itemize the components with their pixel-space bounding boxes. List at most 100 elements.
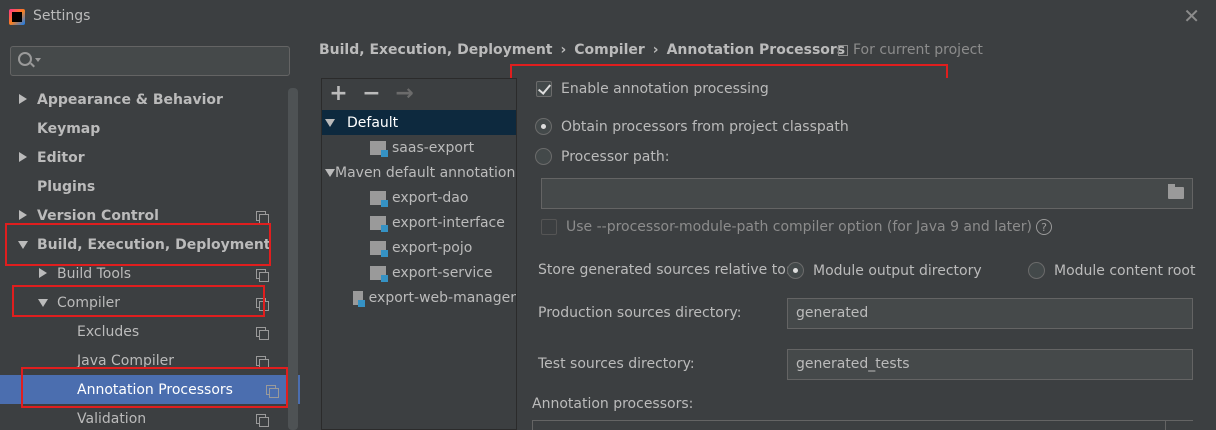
module-path-option-checkbox[interactable]: [541, 219, 557, 235]
breadcrumb-item: Annotation Processors: [666, 42, 846, 58]
sidebar-item-build-tools[interactable]: Build Tools: [0, 259, 288, 288]
sidebar-item-label: Version Control: [37, 207, 159, 224]
processor-path-field[interactable]: [541, 178, 1193, 209]
module-label: export-web-manager: [368, 289, 516, 306]
sidebar-item-annotation-processors[interactable]: Annotation Processors: [0, 375, 300, 404]
chevron-right-icon[interactable]: [39, 267, 47, 278]
profile-item[interactable]: Maven default annotation processors prof…: [322, 160, 516, 185]
remove-profile-button[interactable]: −: [355, 83, 388, 105]
processor-path-radio[interactable]: [535, 148, 552, 165]
module-item[interactable]: export-dao: [322, 185, 516, 210]
breadcrumb: Build, Execution, Deployment › Compiler …: [319, 42, 845, 58]
sidebar-item-label: Editor: [37, 149, 85, 166]
sidebar-item-keymap[interactable]: Keymap: [0, 114, 288, 143]
sidebar-item-version-control[interactable]: Version Control: [0, 201, 288, 230]
breadcrumb-item[interactable]: Build, Execution, Deployment: [319, 42, 553, 58]
processor-path-row[interactable]: Processor path:: [535, 148, 669, 165]
chevron-right-icon[interactable]: [19, 151, 27, 162]
enable-annotation-checkbox[interactable]: [536, 81, 552, 97]
module-path-option-row[interactable]: Use --processor-module-path compiler opt…: [541, 219, 1053, 235]
project-scope-icon: [256, 211, 269, 224]
profiles-toolbar: + − →: [322, 79, 516, 109]
sidebar-item-java-compiler[interactable]: Java Compiler: [0, 346, 288, 375]
profile-label: Maven default annotation processors prof…: [335, 164, 516, 181]
close-icon[interactable]: ✕: [1183, 4, 1200, 28]
intellij-app-icon: [9, 9, 25, 25]
sidebar-item-excludes[interactable]: Excludes: [0, 317, 288, 346]
module-item[interactable]: export-web-manager: [322, 285, 516, 310]
production-sources-label: Production sources directory:: [538, 305, 742, 321]
sidebar-scrollbar[interactable]: [288, 88, 298, 430]
project-scope-icon: [256, 414, 269, 427]
sidebar-item-label: Keymap: [37, 120, 101, 137]
profiles-panel: + − → Default saas-export Maven default …: [321, 78, 517, 430]
test-sources-label: Test sources directory:: [538, 356, 695, 372]
sidebar-item-compiler[interactable]: Compiler: [0, 288, 288, 317]
module-icon: [370, 190, 388, 207]
chevron-right-icon[interactable]: [19, 209, 27, 220]
obtain-classpath-row[interactable]: Obtain processors from project classpath: [535, 118, 849, 135]
sidebar-item-label: Build, Execution, Deployment: [37, 236, 271, 253]
project-scope-icon: [838, 44, 848, 56]
profile-item[interactable]: Default: [322, 110, 516, 135]
obtain-classpath-label: Obtain processors from project classpath: [561, 118, 849, 135]
sidebar-item-validation[interactable]: Validation: [0, 404, 288, 430]
test-sources-input[interactable]: generated_tests: [787, 349, 1193, 380]
help-icon[interactable]: ?: [1036, 219, 1053, 235]
module-output-dir-radio[interactable]: [787, 262, 804, 279]
module-content-root-radio[interactable]: [1028, 262, 1045, 279]
window-title: Settings: [33, 8, 91, 24]
profile-label: Default: [347, 114, 399, 131]
enable-annotation-row[interactable]: Enable annotation processing: [536, 81, 769, 97]
sidebar-item-label: Excludes: [77, 323, 140, 340]
search-input[interactable]: [45, 51, 285, 71]
module-item[interactable]: export-pojo: [322, 235, 516, 260]
sidebar-item-label: Plugins: [37, 178, 96, 195]
store-generated-row: Store generated sources relative to:: [538, 262, 790, 278]
production-sources-input[interactable]: generated: [787, 298, 1193, 329]
chevron-down-icon[interactable]: [35, 58, 41, 62]
folder-icon[interactable]: [1168, 184, 1184, 199]
sidebar-item-label: Annotation Processors: [77, 381, 233, 398]
sidebar-item-plugins[interactable]: Plugins: [0, 172, 288, 201]
breadcrumb-separator: ›: [652, 42, 659, 58]
module-icon: [370, 215, 388, 232]
module-output-dir-label: Module output directory: [813, 262, 982, 279]
sidebar-item-editor[interactable]: Editor: [0, 143, 288, 172]
breadcrumb-separator: ›: [560, 42, 567, 58]
module-label: saas-export: [392, 139, 475, 156]
chevron-down-icon[interactable]: [325, 118, 335, 127]
search-icon: [18, 52, 32, 66]
chevron-down-icon[interactable]: [325, 168, 335, 177]
move-to-profile-button[interactable]: →: [388, 83, 421, 105]
add-profile-button[interactable]: +: [322, 83, 355, 105]
module-content-root-row[interactable]: Module content root: [1028, 262, 1195, 279]
annotation-processors-scroll[interactable]: [1165, 420, 1193, 430]
chevron-right-icon[interactable]: [19, 93, 27, 104]
sidebar-item-label: Compiler: [57, 294, 121, 311]
project-scope-icon: [266, 385, 279, 398]
sidebar-item-build-execution-deployment[interactable]: Build, Execution, Deployment: [0, 230, 288, 259]
module-output-dir-row[interactable]: Module output directory: [787, 262, 982, 279]
breadcrumb-item[interactable]: Compiler: [574, 42, 645, 58]
annotation-processors-table[interactable]: [532, 420, 1165, 430]
project-scope-icon: [256, 269, 269, 282]
module-item[interactable]: export-interface: [322, 210, 516, 235]
store-generated-label: Store generated sources relative to:: [538, 262, 791, 278]
module-label: export-dao: [392, 189, 469, 206]
module-icon: [370, 240, 388, 257]
module-icon: [370, 140, 388, 157]
annotation-processors-label: Annotation processors:: [532, 396, 694, 412]
scope-text: For current project: [853, 42, 983, 58]
settings-search[interactable]: [10, 46, 290, 76]
module-item[interactable]: saas-export: [322, 135, 516, 160]
sidebar-item-label: Build Tools: [57, 265, 132, 282]
project-scope-icon: [256, 298, 269, 311]
chevron-down-icon[interactable]: [18, 240, 28, 249]
sidebar-item-appearance-behavior[interactable]: Appearance & Behavior: [0, 85, 288, 114]
chevron-down-icon[interactable]: [38, 298, 48, 307]
module-item[interactable]: export-service: [322, 260, 516, 285]
module-content-root-label: Module content root: [1054, 262, 1196, 279]
obtain-classpath-radio[interactable]: [535, 118, 552, 135]
module-label: export-service: [392, 264, 493, 281]
